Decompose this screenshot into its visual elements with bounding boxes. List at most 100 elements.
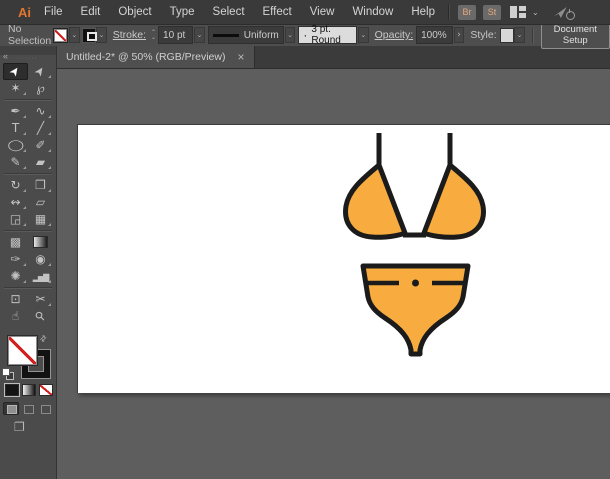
- default-fill-stroke-icon[interactable]: [2, 368, 14, 380]
- stroke-swatch-inner: [87, 32, 97, 41]
- chevron-down-icon[interactable]: ⌄: [528, 8, 543, 17]
- eyedropper-tool[interactable]: ✑: [3, 251, 28, 268]
- menu-view[interactable]: View: [301, 0, 344, 24]
- style-chevron-icon[interactable]: ⌄: [514, 27, 525, 43]
- bikini-artwork[interactable]: [78, 125, 610, 393]
- gradient-button[interactable]: [22, 384, 36, 396]
- lasso-tool[interactable]: ℘: [28, 80, 53, 97]
- fill-indicator-swatch[interactable]: [8, 336, 37, 365]
- draw-inside-button[interactable]: [37, 402, 53, 415]
- illustrator-window: Ai File Edit Object Type Select Effect V…: [0, 0, 610, 479]
- brush-chevron-icon[interactable]: ⌄: [358, 27, 369, 43]
- gradient-tool-icon: [34, 237, 47, 247]
- stroke-panel-link[interactable]: Stroke:: [113, 29, 146, 41]
- scale-tool[interactable]: ❒: [28, 177, 53, 194]
- canvas-area[interactable]: [56, 68, 610, 479]
- draw-inside-icon: [41, 405, 51, 414]
- line-segment-tool[interactable]: ╱: [28, 120, 53, 137]
- bikini-right-cup: [424, 165, 483, 237]
- magic-wand-tool-icon: ✶: [10, 81, 20, 96]
- hand-tool[interactable]: ☝: [3, 308, 28, 325]
- menu-object[interactable]: Object: [109, 0, 160, 24]
- ellipse-tool[interactable]: ◯: [3, 137, 28, 154]
- shape-builder-tool-icon: ◲: [10, 212, 21, 227]
- menu-file[interactable]: File: [35, 0, 72, 24]
- color-mode-buttons: [0, 384, 56, 396]
- swap-fill-stroke-icon[interactable]: ⇄: [38, 333, 49, 344]
- eraser-tool[interactable]: ▰: [28, 154, 53, 171]
- blend-tool[interactable]: ◉: [28, 251, 53, 268]
- menu-select[interactable]: Select: [204, 0, 254, 24]
- tab-close-icon[interactable]: ×: [235, 51, 246, 63]
- curvature-tool[interactable]: ∿: [28, 103, 53, 120]
- shaper-tool[interactable]: ✎: [3, 154, 28, 171]
- fill-chevron-icon[interactable]: ⌄: [69, 27, 80, 43]
- type-tool[interactable]: T: [3, 120, 28, 137]
- lasso-tool-icon: ℘: [36, 81, 44, 96]
- free-transform-tool[interactable]: ▱: [28, 194, 53, 211]
- artboard[interactable]: [77, 124, 610, 393]
- fill-color-swatch[interactable]: [53, 28, 68, 43]
- change-screen-mode-icon[interactable]: ❐: [14, 420, 25, 434]
- tool-divider: [4, 99, 52, 101]
- stroke-chevron-icon[interactable]: ⌄: [96, 27, 107, 43]
- document-tab[interactable]: Untitled-2* @ 50% (RGB/Preview) ×: [56, 46, 255, 68]
- zoom-tool-icon: ⚲: [32, 308, 49, 325]
- draw-normal-button[interactable]: [3, 402, 19, 415]
- pen-tool[interactable]: ✒: [3, 103, 28, 120]
- paintbrush-tool[interactable]: ✐: [28, 137, 53, 154]
- direct-selection-tool[interactable]: ➤: [28, 63, 53, 80]
- symbol-sprayer-tool[interactable]: ✺: [3, 268, 28, 285]
- stock-button[interactable]: St: [483, 5, 501, 20]
- stepper-down-icon[interactable]: ⌄: [151, 35, 156, 40]
- column-graph-tool[interactable]: ▂▅▇: [28, 268, 53, 285]
- menubar-divider: [448, 5, 450, 19]
- draw-normal-icon: [7, 405, 17, 414]
- bridge-button[interactable]: Br: [458, 5, 476, 20]
- menu-window[interactable]: Window: [343, 0, 402, 24]
- stroke-color-swatch[interactable]: [83, 29, 96, 42]
- menu-edit[interactable]: Edit: [72, 0, 110, 24]
- mesh-tool[interactable]: ▩: [3, 234, 28, 251]
- draw-behind-button[interactable]: [20, 402, 36, 415]
- collapse-panel-icon[interactable]: «: [0, 52, 11, 60]
- workspace-switcher-button[interactable]: [510, 6, 526, 18]
- artboard-tool[interactable]: ⊡: [3, 291, 28, 308]
- tool-divider: [4, 173, 52, 175]
- stroke-weight-stepper[interactable]: ⌃ ⌄: [151, 30, 156, 40]
- menu-help[interactable]: Help: [402, 0, 444, 24]
- selection-tool[interactable]: ➤: [3, 63, 28, 80]
- menu-type[interactable]: Type: [161, 0, 204, 24]
- width-profile-chevron-icon[interactable]: ⌄: [285, 27, 296, 43]
- perspective-grid-tool-icon: ▦: [35, 212, 46, 227]
- width-tool[interactable]: ↭: [3, 194, 28, 211]
- width-tool-icon: ↭: [10, 195, 20, 210]
- slice-tool[interactable]: ✂: [28, 291, 53, 308]
- width-profile-dropdown[interactable]: Uniform: [208, 26, 284, 44]
- style-swatch[interactable]: [501, 29, 514, 42]
- color-button[interactable]: [5, 384, 19, 396]
- scale-tool-icon: ❒: [35, 178, 46, 193]
- tool-divider: [4, 230, 52, 232]
- width-profile-value: Uniform: [244, 30, 279, 41]
- brush-value: 3 pt. Round: [311, 24, 352, 46]
- opacity-more-icon[interactable]: ›: [454, 27, 465, 43]
- menu-effect[interactable]: Effect: [254, 0, 301, 24]
- rotate-tool[interactable]: ↻: [3, 177, 28, 194]
- opacity-field[interactable]: 100%: [416, 26, 453, 44]
- share-icon[interactable]: [553, 4, 575, 20]
- shape-builder-tool[interactable]: ◲: [3, 211, 28, 228]
- drawing-mode-buttons: [0, 402, 56, 415]
- none-button[interactable]: [39, 384, 53, 396]
- slice-tool-icon: ✂: [35, 292, 45, 307]
- perspective-grid-tool[interactable]: ▦: [28, 211, 53, 228]
- brush-dropdown[interactable]: · 3 pt. Round: [298, 26, 357, 44]
- gradient-tool[interactable]: [28, 234, 53, 251]
- document-setup-button[interactable]: Document Setup: [541, 21, 610, 49]
- stroke-weight-field[interactable]: 10 pt: [158, 26, 193, 44]
- zoom-tool[interactable]: ⚲: [28, 308, 53, 325]
- stroke-weight-chevron-icon[interactable]: ⌄: [194, 27, 205, 43]
- magic-wand-tool[interactable]: ✶: [3, 80, 28, 97]
- opacity-panel-link[interactable]: Opacity:: [375, 29, 414, 41]
- column-graph-tool-icon: ▂▅▇: [33, 270, 48, 285]
